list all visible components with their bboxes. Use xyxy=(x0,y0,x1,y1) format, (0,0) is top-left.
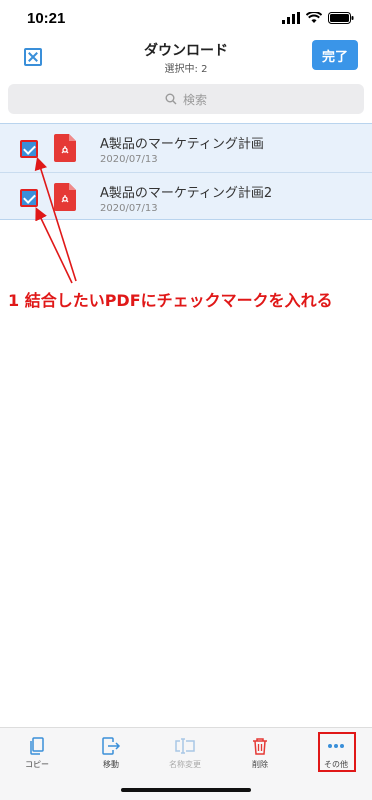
move-icon xyxy=(102,737,121,755)
pdf-file-icon xyxy=(54,134,76,162)
file-row[interactable]: A製品のマーケティング計画2 2020/07/13 xyxy=(0,172,372,220)
delete-button[interactable]: 削除 xyxy=(223,728,297,778)
copy-button[interactable]: コピー xyxy=(0,728,74,778)
annotation-step-1: 1 結合したいPDFにチェックマークを入れる xyxy=(8,291,333,310)
status-icons xyxy=(282,12,354,24)
search-placeholder: 検索 xyxy=(182,92,207,107)
annotation-arrows xyxy=(34,156,77,284)
pdf-file-icon xyxy=(54,183,76,211)
status-time: 10:21 xyxy=(27,10,66,27)
copy-icon xyxy=(30,737,44,755)
copy-label: コピー xyxy=(25,760,49,769)
file-date: 2020/07/13 xyxy=(100,154,158,165)
file-name: A製品のマーケティング計画 xyxy=(100,137,264,152)
search-icon xyxy=(165,93,177,105)
search-field[interactable]: 検索 xyxy=(8,84,364,114)
checkbox-checked[interactable] xyxy=(20,140,38,158)
status-bar: 10:21 xyxy=(0,0,372,36)
wifi-icon xyxy=(306,12,322,23)
nav-bar: ダウンロード 選択中: 2 完了 xyxy=(0,36,372,80)
move-button[interactable]: 移動 xyxy=(74,728,148,778)
rename-label: 名称変更 xyxy=(169,760,201,769)
arrow-to-checkbox-2 xyxy=(35,207,73,284)
rename-button[interactable]: 名称変更 xyxy=(148,728,222,778)
file-date: 2020/07/13 xyxy=(100,203,158,214)
file-row[interactable]: A製品のマーケティング計画 2020/07/13 xyxy=(0,124,372,172)
delete-label: 削除 xyxy=(252,760,268,769)
signal-icon xyxy=(282,12,300,24)
battery-icon xyxy=(328,12,354,24)
file-list: A製品のマーケティング計画 2020/07/13 A製品のマーケティング計画2 … xyxy=(0,123,372,220)
done-button[interactable]: 完了 xyxy=(312,40,358,70)
annotation-highlight-box xyxy=(318,732,356,772)
checkbox-checked[interactable] xyxy=(20,189,38,207)
home-indicator xyxy=(121,788,251,792)
file-name: A製品のマーケティング計画2 xyxy=(100,186,273,201)
trash-icon xyxy=(253,738,267,755)
move-label: 移動 xyxy=(103,760,119,769)
rename-icon xyxy=(175,738,195,754)
